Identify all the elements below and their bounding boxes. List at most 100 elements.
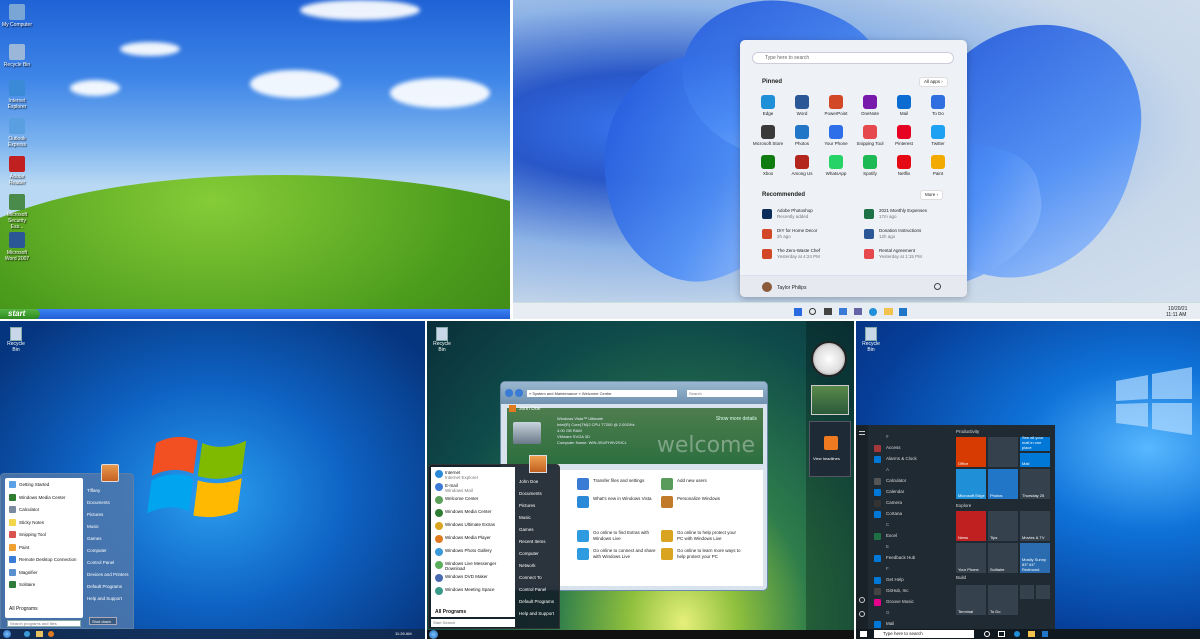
start-menu-item[interactable]: Remote Desktop Connection	[7, 555, 81, 564]
start-menu-link[interactable]: Pictures	[87, 512, 133, 518]
start-menu-item[interactable]: Windows DVD Maker	[433, 574, 513, 582]
search-input[interactable]: Search programs and files	[7, 620, 81, 627]
search-input[interactable]: Search	[687, 390, 763, 397]
start-tile[interactable]: Movies & TV	[1020, 511, 1050, 541]
start-menu-item[interactable]: Solitaire	[7, 580, 81, 589]
forward-button[interactable]	[515, 389, 523, 397]
all-programs[interactable]: All Programs	[9, 606, 38, 612]
media-player-icon[interactable]	[48, 631, 54, 637]
start-menu-link[interactable]: Games	[519, 527, 563, 533]
start-menu-link[interactable]: Control Panel	[87, 560, 133, 566]
start-icon[interactable]	[794, 308, 802, 316]
app-list-item[interactable]: Cortana	[874, 510, 952, 518]
hamburger-icon[interactable]	[859, 431, 865, 435]
recycle-bin-icon[interactable]: Recycle Bin	[3, 327, 29, 353]
desktop-icon[interactable]: Microsoft Word 2007	[2, 232, 32, 262]
welcome-task[interactable]: What's new in Windows Vista	[577, 496, 659, 508]
power-icon[interactable]	[934, 283, 941, 290]
start-tile[interactable]: Office	[956, 437, 986, 467]
start-menu-link[interactable]: Default Programs	[519, 599, 563, 605]
pinned-app[interactable]: Photos	[785, 125, 819, 146]
start-menu-link[interactable]: Music	[519, 515, 563, 521]
pinned-app[interactable]: Mail	[887, 95, 921, 116]
pinned-app[interactable]: PowerPoint	[819, 95, 853, 116]
desktop-icon[interactable]: Microsoft Security Ess...	[2, 194, 32, 230]
store-icon[interactable]	[1042, 631, 1048, 637]
app-list-item[interactable]: Groove Music	[874, 598, 952, 606]
recommended-item[interactable]: Donation Instructions 12h ago	[864, 228, 964, 239]
pinned-app[interactable]: Xbox	[751, 155, 785, 176]
pinned-app[interactable]: To Do	[921, 95, 955, 116]
start-menu-link[interactable]: Games	[87, 536, 133, 542]
start-menu-link[interactable]: Default Programs	[87, 584, 133, 590]
start-menu-link[interactable]: Devices and Printers	[87, 572, 133, 578]
start-menu-item[interactable]: Windows Ultimate Extras	[433, 522, 513, 530]
start-orb[interactable]	[429, 630, 438, 639]
user-name[interactable]: Taylor Philips	[777, 285, 806, 291]
app-list-item[interactable]: GitHub, Inc	[874, 587, 952, 595]
welcome-task[interactable]: Personalize Windows	[661, 496, 743, 508]
start-menu-link[interactable]: Recent Items	[519, 539, 563, 545]
start-menu-link[interactable]: Documents	[519, 491, 563, 497]
app-list-item[interactable]: Access	[874, 444, 952, 452]
welcome-task[interactable]: Add new users	[661, 478, 743, 490]
start-menu-link[interactable]: Music	[87, 524, 133, 530]
start-menu-item[interactable]: Welcome Center	[433, 496, 513, 504]
start-tile[interactable]: Thursday 25	[1020, 469, 1050, 499]
app-list-item[interactable]: Alarms & Clock	[874, 455, 952, 463]
win11-search-input[interactable]: Type here to search	[752, 52, 954, 64]
start-tile[interactable]: Terminal	[956, 585, 986, 615]
letter-header[interactable]: C	[874, 521, 952, 529]
feed-gadget[interactable]: View headlines	[809, 421, 851, 477]
pinned-app[interactable]: WhatsApp	[819, 155, 853, 176]
app-list-item[interactable]: Calendar	[874, 488, 952, 496]
start-menu-item[interactable]: Windows Live Messenger Download	[433, 561, 513, 571]
power-icon[interactable]	[859, 611, 865, 617]
tile-group-heading[interactable]: Productivity	[956, 429, 979, 434]
start-menu-link[interactable]: Tiffany	[87, 488, 133, 494]
pinned-app[interactable]: Among Us	[785, 155, 819, 176]
start-menu-item[interactable]: Sticky Notes	[7, 518, 81, 527]
letter-header[interactable]: F	[874, 565, 952, 573]
shutdown-button[interactable]: Shut down	[89, 617, 117, 625]
pinned-app[interactable]: Your Phone	[819, 125, 853, 146]
pinned-app[interactable]: Microsoft Store	[751, 125, 785, 146]
recommended-item[interactable]: 2021 Monthly Expenses 17m ago	[864, 208, 964, 219]
ie-icon[interactable]	[24, 631, 30, 637]
win10-search-input[interactable]: Type here to search	[874, 630, 974, 638]
search-icon[interactable]	[809, 308, 816, 315]
xp-start-button[interactable]: start	[0, 309, 40, 319]
pinned-app[interactable]: Spotify	[853, 155, 887, 176]
user-picture[interactable]	[101, 464, 119, 482]
app-list-item[interactable]: Feedback Hub	[874, 554, 952, 562]
start-menu-link[interactable]: John Doe	[519, 479, 563, 485]
start-tile[interactable]: To Do	[988, 585, 1018, 615]
explorer-icon[interactable]	[36, 631, 43, 637]
edge-icon[interactable]	[869, 308, 877, 316]
chat-icon[interactable]	[854, 308, 862, 315]
start-menu-link[interactable]: Help and Support	[519, 611, 563, 617]
start-menu-link[interactable]: Computer	[87, 548, 133, 554]
pinned-app[interactable]: Netflix	[887, 155, 921, 176]
start-menu-item[interactable]: Magnifier	[7, 568, 81, 577]
start-tile[interactable]: Microsoft Edge	[956, 469, 986, 499]
recycle-bin-icon[interactable]: Recycle Bin	[429, 327, 455, 353]
start-menu-item[interactable]: E-mail Windows Mail	[433, 483, 513, 493]
recommended-item[interactable]: Rental Agreement Yesterday at 1:15 PM	[864, 248, 964, 259]
start-icon[interactable]	[860, 631, 867, 637]
start-menu-item[interactable]: Windows Media Center	[7, 493, 81, 502]
show-more-link[interactable]: Show more details	[716, 416, 757, 422]
start-tile[interactable]: Mail	[1020, 453, 1050, 467]
recommended-item[interactable]: The Zero-Waste Chef Yesterday at 4:24 PM	[762, 248, 862, 259]
start-menu-link[interactable]: Network	[519, 563, 563, 569]
pinned-app[interactable]: Paint	[921, 155, 955, 176]
start-tile[interactable]: News	[956, 511, 986, 541]
more-button[interactable]: More ›	[920, 190, 944, 200]
pinned-app[interactable]: Pinterest	[887, 125, 921, 146]
app-list-item[interactable]: Calculator	[874, 477, 952, 485]
start-menu-link[interactable]: Computer	[519, 551, 563, 557]
start-orb[interactable]	[3, 630, 11, 638]
letter-header[interactable]: #	[874, 433, 952, 441]
start-tile[interactable]	[1020, 585, 1034, 599]
start-menu-item[interactable]: Windows Media Center	[433, 509, 513, 517]
